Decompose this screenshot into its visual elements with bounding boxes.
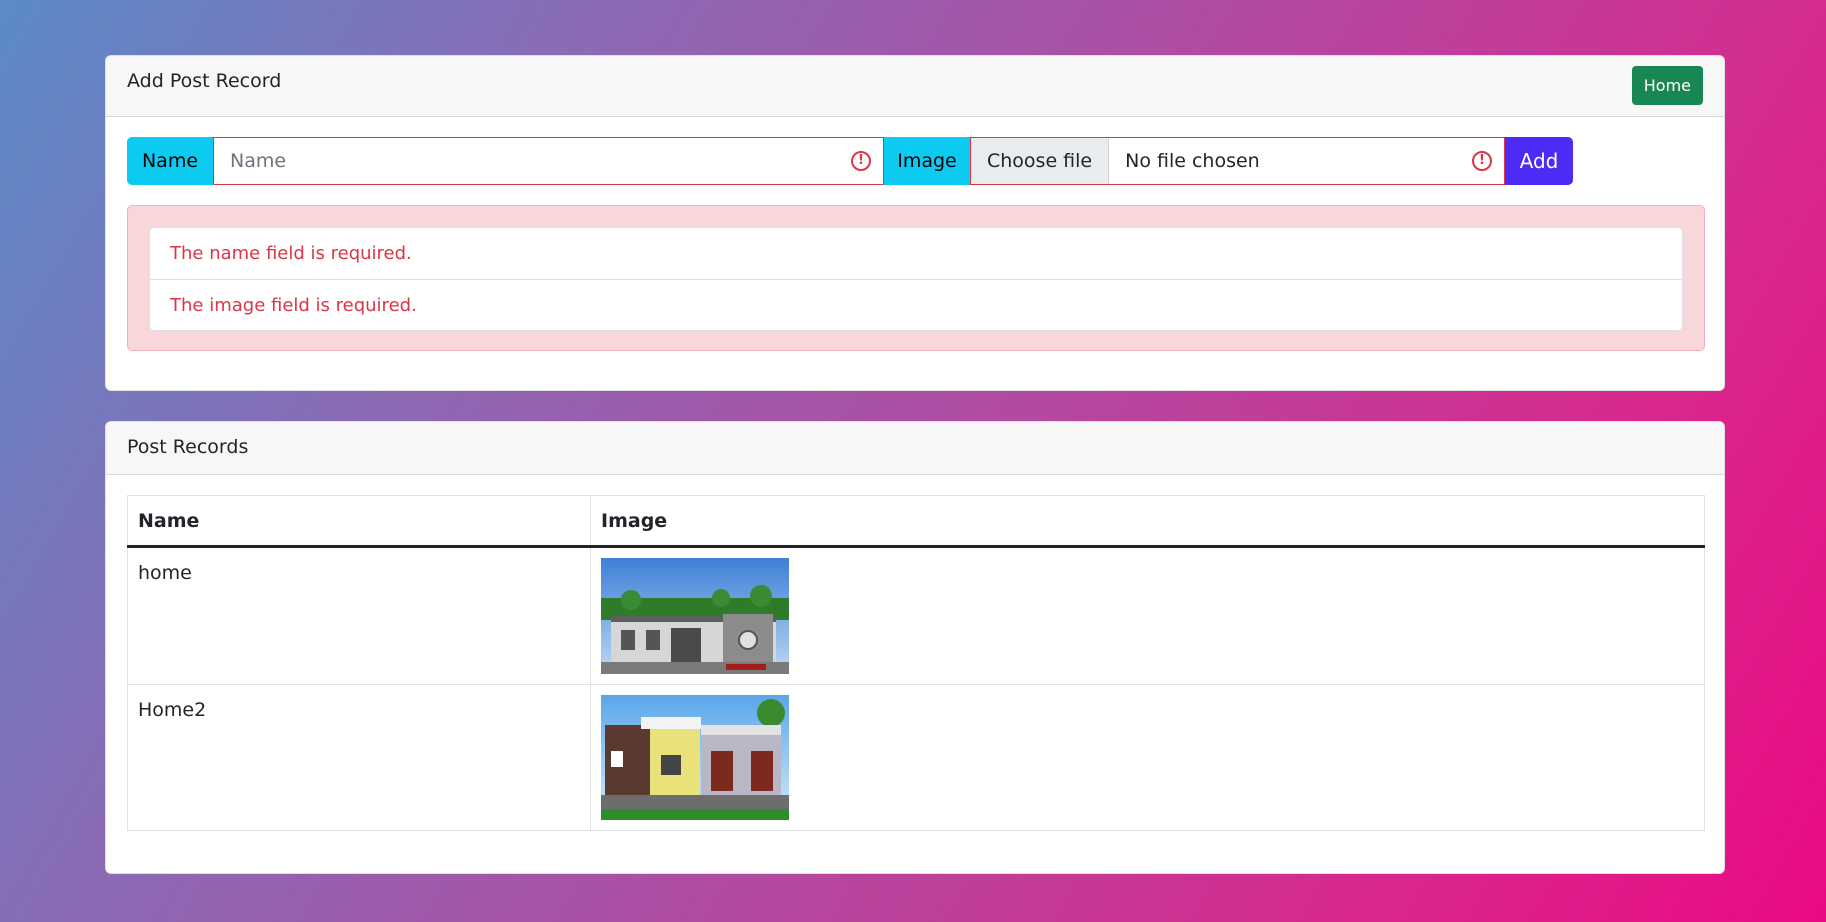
house-thumbnail-image	[601, 558, 789, 674]
post-records-title: Post Records	[127, 436, 249, 458]
table-row: Home2	[127, 684, 1705, 831]
name-input[interactable]	[214, 138, 883, 184]
add-button[interactable]: Add	[1505, 137, 1573, 185]
add-post-form: Name ! Image Choose file No file chosen …	[127, 137, 1705, 185]
row-name-cell: home	[127, 546, 591, 685]
records-table: Name Image home Home2	[127, 495, 1705, 831]
add-post-header: Add Post Record Home	[106, 56, 1724, 117]
home-button[interactable]: Home	[1631, 66, 1703, 105]
table-row: home	[127, 546, 1705, 685]
add-post-title: Add Post Record	[127, 70, 282, 92]
image-file-input[interactable]: Choose file No file chosen !	[970, 137, 1505, 185]
name-error-icon: !	[851, 151, 871, 171]
row-image-cell	[590, 546, 1705, 685]
column-header-name: Name	[127, 495, 591, 548]
error-list: The name field is required. The image fi…	[149, 227, 1683, 331]
error-item-name: The name field is required.	[170, 243, 412, 264]
house-thumbnail-image	[601, 695, 789, 820]
row-image-cell	[590, 684, 1705, 831]
add-post-card: Add Post Record Home Name ! Image Choose…	[105, 55, 1725, 391]
table-header-row: Name Image	[127, 495, 1705, 548]
error-alert: The name field is required. The image fi…	[127, 205, 1705, 351]
file-status-text: No file chosen	[1125, 150, 1260, 172]
name-addon-label: Name	[127, 137, 213, 185]
name-field-wrapper: !	[213, 137, 884, 185]
post-records-card: Post Records Name Image home Home2	[105, 421, 1725, 874]
image-error-icon: !	[1472, 151, 1492, 171]
error-item-image: The image field is required.	[150, 279, 1682, 330]
row-name-cell: Home2	[127, 684, 591, 831]
choose-file-button[interactable]: Choose file	[971, 138, 1110, 184]
image-addon-label: Image	[884, 137, 970, 185]
column-header-image: Image	[590, 495, 1705, 548]
post-records-header: Post Records	[106, 422, 1724, 475]
